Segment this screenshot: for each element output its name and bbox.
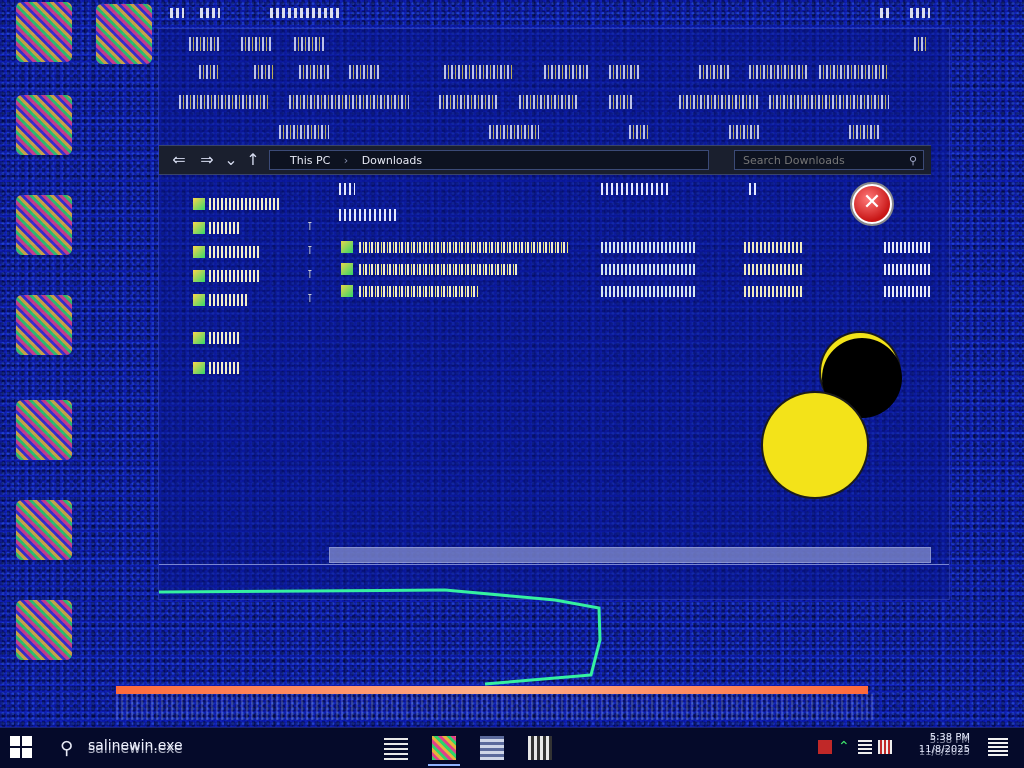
- glitched-title-bar: [170, 4, 930, 26]
- network-icon: [193, 362, 205, 374]
- pin-icon: ⊺: [307, 244, 313, 257]
- error-x-icon[interactable]: ✕: [852, 184, 892, 224]
- computer-icon: [193, 332, 205, 344]
- desktop-icon[interactable]: [16, 400, 72, 460]
- download-icon: [193, 246, 205, 258]
- sidebar-item-this-pc[interactable]: [187, 328, 317, 350]
- pin-icon: ⊺: [307, 268, 313, 281]
- file-icon: [341, 285, 353, 297]
- column-header-type[interactable]: [749, 183, 759, 195]
- list-item[interactable]: [339, 239, 939, 257]
- desktop-icons: [10, 0, 152, 720]
- back-button[interactable]: ⇐: [169, 150, 189, 170]
- desktop-icon[interactable]: [16, 295, 72, 355]
- clock[interactable]: 5:38 PM 11/8/2025: [919, 732, 970, 756]
- desktop-icon[interactable]: [96, 4, 152, 64]
- file-icon: [341, 241, 353, 253]
- desktop-icon[interactable]: [16, 2, 72, 62]
- network-icon[interactable]: [858, 740, 872, 754]
- search-icon: ⚲: [908, 154, 917, 167]
- yellow-circle: [761, 391, 869, 499]
- taskbar: ⚲ salinewin.exe ⌃ 5:38 PM 11/8/2025: [0, 727, 1024, 768]
- notification-icon[interactable]: [988, 738, 1008, 756]
- search-input[interactable]: [741, 153, 905, 168]
- breadcrumb-downloads[interactable]: Downloads: [362, 154, 422, 167]
- chevron-up-icon[interactable]: ⌃: [838, 740, 852, 754]
- search-icon: ⚲: [60, 738, 74, 759]
- search-field[interactable]: ⚲: [734, 150, 924, 170]
- glitch-gradient-bar: [116, 686, 868, 694]
- sidebar-item-desktop[interactable]: ⊺: [187, 218, 317, 240]
- taskbar-app[interactable]: [428, 732, 460, 766]
- pin-icon: ⊺: [307, 220, 313, 233]
- desktop-icon: [193, 222, 205, 234]
- system-tray: ⌃ 5:38 PM 11/8/2025: [814, 728, 1024, 768]
- file-icon: [341, 263, 353, 275]
- breadcrumb[interactable]: This PC › Downloads: [269, 150, 709, 170]
- breadcrumb-separator-icon: ›: [343, 154, 349, 167]
- task-view-button[interactable]: [380, 732, 412, 764]
- sidebar-item-pictures[interactable]: ⊺: [187, 290, 317, 312]
- desktop-icon[interactable]: [16, 195, 72, 255]
- document-icon: [193, 270, 205, 282]
- picture-icon: [193, 294, 205, 306]
- windows-start-icon[interactable]: [10, 736, 34, 760]
- taskbar-app[interactable]: [524, 732, 556, 764]
- recent-locations-button[interactable]: ⌄: [221, 150, 241, 170]
- column-header-name[interactable]: [339, 183, 355, 195]
- desktop-icon[interactable]: [16, 600, 72, 660]
- navigation-pane: ⊺ ⊺ ⊺ ⊺: [187, 194, 317, 382]
- sidebar-item-network[interactable]: [187, 358, 317, 380]
- sidebar-item-documents[interactable]: ⊺: [187, 266, 317, 288]
- glitch-strip: [116, 694, 876, 720]
- group-header[interactable]: [339, 209, 399, 221]
- column-header-date[interactable]: [601, 183, 671, 195]
- sidebar-item-downloads[interactable]: ⊺: [187, 242, 317, 264]
- list-item[interactable]: [339, 283, 939, 301]
- desktop-icon[interactable]: [16, 95, 72, 155]
- star-icon: [193, 198, 205, 210]
- clock-time: 5:38 PM: [929, 732, 970, 743]
- taskbar-search-text: salinewin.exe: [88, 738, 183, 754]
- volume-icon[interactable]: [878, 740, 892, 754]
- pin-icon: ⊺: [307, 292, 313, 305]
- up-button[interactable]: ↑: [243, 150, 263, 170]
- desktop-icon[interactable]: [16, 500, 72, 560]
- address-bar: ⇐ ⇒ ⌄ ↑ This PC › Downloads ⚲: [159, 145, 931, 175]
- sidebar-item-quick-access[interactable]: [187, 194, 317, 216]
- glitch-trace-line: [158, 588, 602, 686]
- tray-icon[interactable]: [818, 740, 832, 754]
- breadcrumb-this-pc[interactable]: This PC: [290, 154, 330, 167]
- list-item[interactable]: [339, 261, 939, 279]
- taskbar-app[interactable]: [476, 732, 508, 764]
- horizontal-scrollbar[interactable]: [329, 547, 931, 563]
- taskbar-search-box[interactable]: ⚲ salinewin.exe: [48, 728, 368, 768]
- clock-date: 11/8/2025: [918, 744, 970, 755]
- ribbon: [159, 29, 949, 139]
- forward-button[interactable]: ⇒: [197, 150, 217, 170]
- glitch-yellow-circles: [761, 331, 902, 499]
